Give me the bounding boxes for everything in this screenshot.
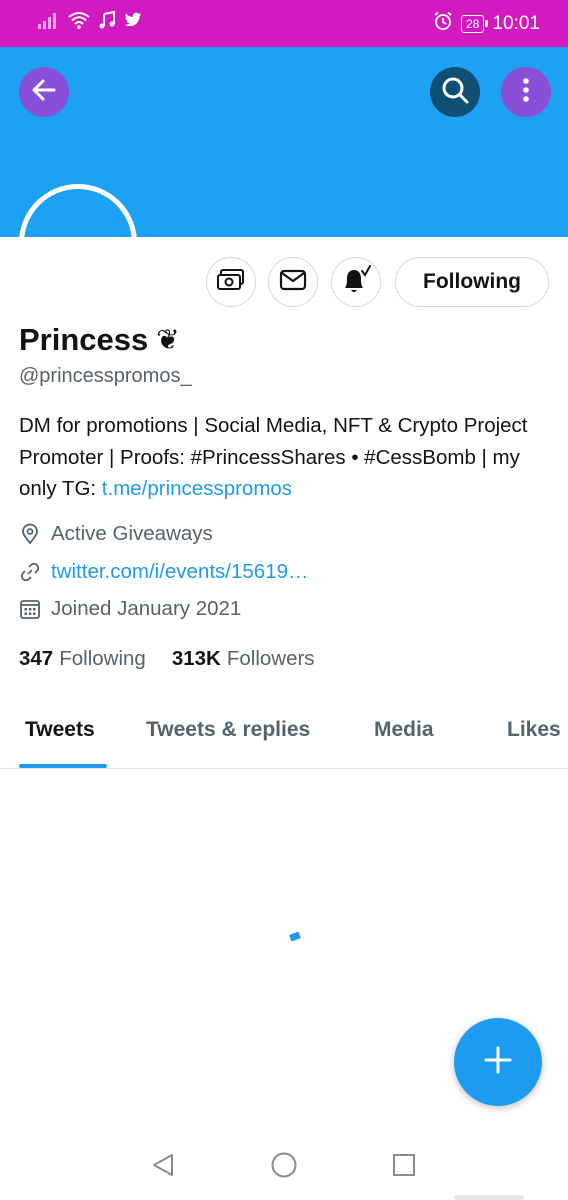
more-options-button[interactable] [501, 67, 551, 117]
following-count: 347 [19, 647, 54, 670]
search-icon [440, 75, 470, 110]
nav-home-icon [270, 1151, 298, 1184]
profile-website: twitter.com/i/events/15619… [19, 560, 309, 584]
alarm-icon [433, 11, 453, 36]
message-button[interactable] [268, 257, 318, 307]
nav-recent-button[interactable] [389, 1152, 419, 1182]
status-bar: 28 10:01 [0, 0, 568, 47]
music-icon [98, 10, 116, 34]
nav-home-button[interactable] [269, 1152, 299, 1182]
status-bar-left [38, 10, 142, 34]
bio-telegram-link[interactable]: t.me/princesspromos [102, 477, 292, 500]
back-button[interactable] [19, 67, 69, 117]
location-text: Active Giveaways [51, 522, 213, 545]
followers-count: 313K [171, 647, 221, 670]
website-link[interactable]: twitter.com/i/events/15619… [51, 560, 309, 584]
clock-time: 10:01 [492, 12, 540, 34]
nav-recent-icon [391, 1152, 417, 1183]
gesture-bar [454, 1195, 524, 1200]
tip-money-icon [216, 268, 246, 297]
joined-text: Joined January 2021 [51, 597, 242, 620]
tab-likes[interactable]: Likes [507, 718, 561, 742]
loading-spinner [289, 931, 301, 942]
nav-back-icon [150, 1152, 176, 1183]
more-vertical-icon [522, 77, 530, 108]
system-nav-bar [0, 1130, 568, 1200]
tip-button[interactable] [206, 257, 256, 307]
back-arrow-icon [30, 76, 58, 109]
profile-tabs: Tweets Tweets & replies Media Likes [0, 700, 568, 769]
calendar-icon [19, 598, 41, 620]
link-icon [19, 561, 41, 583]
active-tab-indicator [19, 764, 107, 768]
following-count-link[interactable]: 347 Following [19, 647, 146, 671]
following-button[interactable]: Following [395, 257, 549, 307]
location-pin-icon [19, 523, 41, 545]
following-label: Following [59, 647, 146, 670]
bell-check-icon [340, 264, 372, 300]
display-name: Princess [19, 322, 149, 357]
name-emoji: ❦ [156, 323, 180, 356]
tab-tweets-and-replies[interactable]: Tweets & replies [146, 718, 310, 742]
envelope-icon [279, 269, 307, 296]
compose-tweet-button[interactable] [454, 1018, 542, 1106]
wifi-icon [68, 11, 90, 34]
nav-back-button[interactable] [148, 1152, 178, 1182]
battery-icon: 28 [461, 14, 489, 33]
plus-icon [483, 1045, 513, 1080]
status-bar-right: 28 10:01 [433, 11, 540, 36]
twitter-bird-icon [124, 12, 142, 33]
name-row: Princess ❦ [19, 320, 180, 360]
followers-label: Followers [226, 647, 315, 670]
tab-media[interactable]: Media [374, 718, 434, 742]
search-button[interactable] [430, 67, 480, 117]
followers-count-link[interactable]: 313K Followers [172, 647, 315, 671]
follow-counts: 347 Following 313K Followers [19, 647, 341, 671]
signal-icon [38, 11, 60, 34]
profile-joined: Joined January 2021 [19, 597, 241, 621]
profile-location: Active Giveaways [19, 522, 213, 546]
profile-handle: @princesspromos_ [19, 365, 192, 387]
tab-tweets[interactable]: Tweets [25, 718, 95, 742]
notifications-button[interactable] [331, 257, 381, 307]
profile-bio: DM for promotions | Social Media, NFT & … [19, 410, 549, 505]
